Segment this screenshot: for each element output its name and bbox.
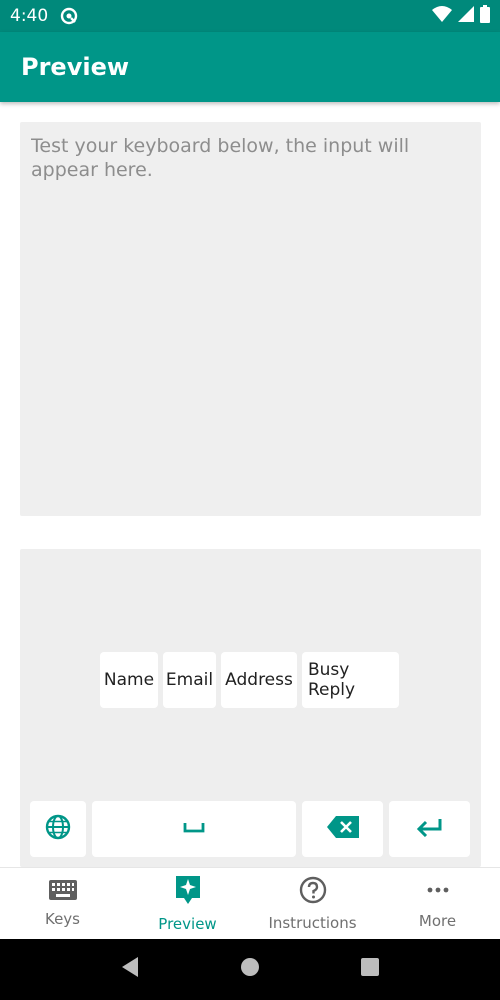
backspace-key[interactable] — [302, 801, 383, 857]
battery-icon — [480, 4, 490, 28]
enter-key[interactable] — [389, 801, 470, 857]
nav-preview[interactable]: Preview — [125, 868, 250, 939]
app-bar: Preview — [0, 32, 500, 102]
nav-preview-label: Preview — [158, 914, 217, 933]
space-key[interactable] — [92, 801, 296, 857]
enter-icon — [416, 817, 444, 842]
space-icon — [183, 820, 205, 838]
cell-signal-icon — [458, 5, 474, 27]
preview-input[interactable] — [31, 134, 470, 504]
chip-email[interactable]: Email — [163, 652, 216, 708]
status-time: 4:40 — [10, 6, 49, 26]
keyboard-key-row — [30, 801, 470, 857]
wifi-icon — [432, 5, 452, 27]
help-icon — [299, 876, 327, 908]
nav-more[interactable]: More — [375, 868, 500, 939]
backspace-icon — [326, 815, 359, 843]
at-sign-icon — [60, 7, 78, 25]
preview-input-area[interactable] — [20, 122, 481, 516]
language-key[interactable] — [30, 801, 86, 857]
chip-address[interactable]: Address — [221, 652, 297, 708]
nav-instructions-label: Instructions — [268, 913, 357, 932]
sparkle-icon — [175, 875, 201, 909]
more-horiz-icon — [426, 878, 450, 906]
nav-keys-label: Keys — [44, 909, 80, 928]
nav-instructions[interactable]: Instructions — [250, 868, 375, 939]
back-icon[interactable] — [120, 956, 140, 983]
quick-text-chips: Name Email Address Busy Reply — [100, 652, 399, 708]
page-title: Preview — [21, 53, 130, 81]
status-bar: 4:40 — [0, 0, 500, 32]
chip-busy-reply[interactable]: Busy Reply — [302, 652, 399, 708]
globe-icon — [45, 814, 71, 845]
home-icon[interactable] — [240, 957, 260, 982]
nav-keys[interactable]: Keys — [0, 868, 125, 939]
overview-icon[interactable] — [360, 957, 380, 982]
keyboard-icon — [48, 879, 77, 904]
nav-more-label: More — [418, 911, 457, 930]
keyboard: Name Email Address Busy Reply — [20, 549, 481, 867]
bottom-navigation: Keys Preview Instructions More — [0, 867, 500, 939]
chip-name[interactable]: Name — [100, 652, 158, 708]
system-navigation-bar — [0, 939, 500, 1000]
